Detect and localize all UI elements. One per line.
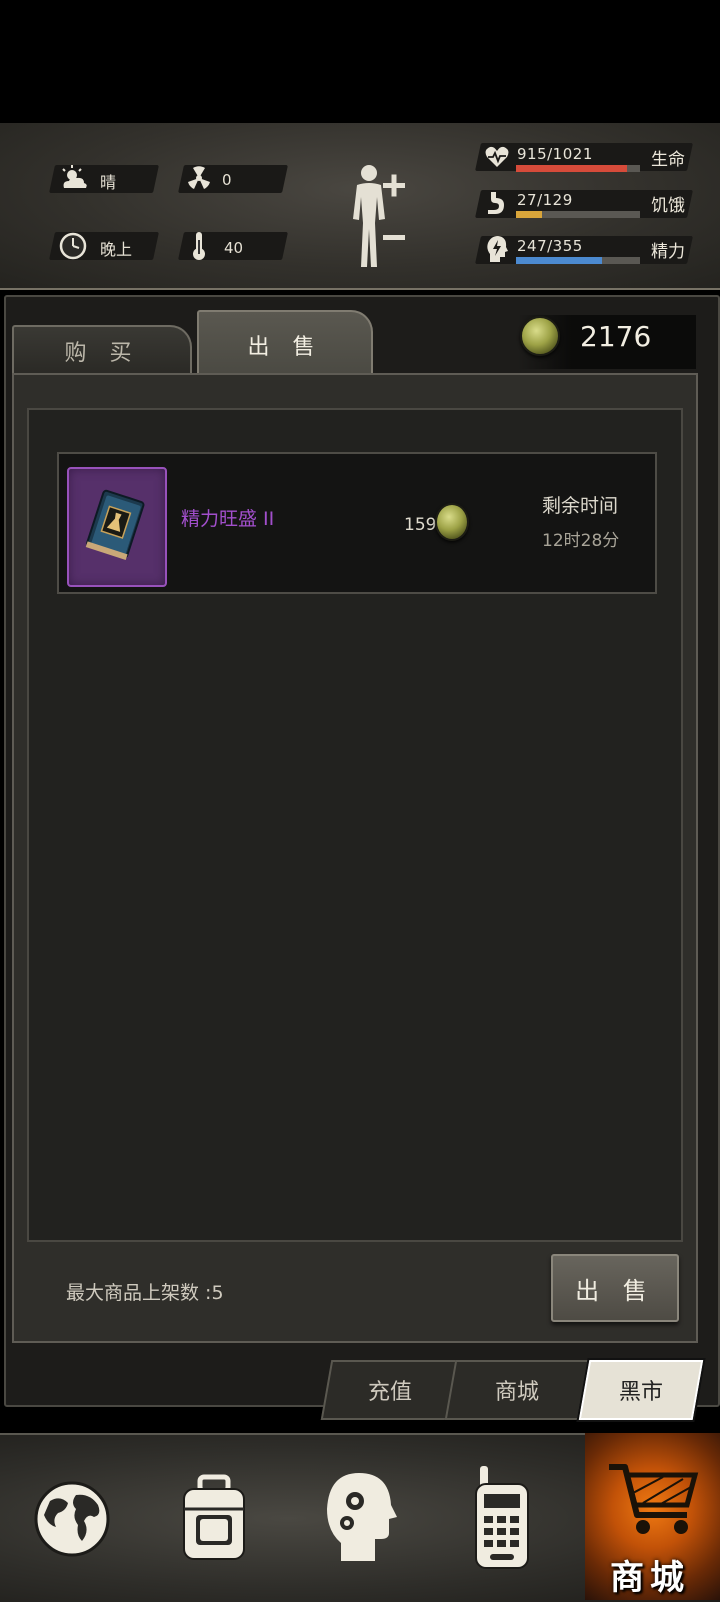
price-coin-icon <box>435 503 469 541</box>
subtab-recharge[interactable]: 充值 <box>320 1360 460 1420</box>
radiation-icon <box>188 166 210 189</box>
weather-icon <box>62 165 87 188</box>
subtab-recharge-label: 充值 <box>367 1380 412 1405</box>
radiation-value: 0 <box>222 171 232 189</box>
item-name: 精力旺盛 II <box>181 508 275 530</box>
health-bar-fill <box>516 165 628 172</box>
hunger-bar-fill <box>516 211 542 218</box>
subtab-mall-label: 商城 <box>494 1380 539 1405</box>
currency-amount: 2176 <box>580 320 652 353</box>
hunger-value: 27/129 <box>517 191 573 209</box>
remaining-time-label: 剩余时间 <box>542 495 619 517</box>
health-bar <box>516 165 640 172</box>
energy-value: 247/355 <box>517 237 583 255</box>
subtab-black-market-label: 黑市 <box>618 1380 663 1405</box>
time-of-day-label: 晚上 <box>100 240 133 259</box>
heart-icon <box>485 146 509 167</box>
health-value: 915/1021 <box>517 145 593 163</box>
hunger-label: 饥饿 <box>651 196 685 216</box>
globe-icon <box>34 1481 110 1556</box>
shopping-cart-icon <box>608 1463 698 1534</box>
tab-sell[interactable]: 出 售 <box>197 310 373 378</box>
energy-bar-fill <box>516 257 603 264</box>
max-listings-label: 最大商品上架数 :5 <box>66 1282 224 1304</box>
coin-icon <box>520 316 560 356</box>
remaining-time-value: 12时28分 <box>542 531 620 551</box>
energy-bar <box>516 257 640 264</box>
nav-radio[interactable] <box>430 1433 574 1600</box>
tab-buy[interactable]: 购 买 <box>12 325 192 375</box>
health-label: 生命 <box>651 150 685 170</box>
item-price: 159 <box>404 515 437 535</box>
stomach-icon <box>488 192 504 214</box>
body-status-icon[interactable] <box>343 163 415 273</box>
backpack-icon <box>183 1474 245 1560</box>
weather-label: 晴 <box>100 173 117 192</box>
thermometer-icon <box>193 232 205 260</box>
hunger-bar <box>516 211 640 218</box>
head-energy-icon <box>487 236 508 262</box>
subtab-black-market[interactable]: 黑市 <box>576 1358 706 1422</box>
radio-icon <box>475 1465 529 1569</box>
clock-icon <box>59 232 87 260</box>
subtab-mall[interactable]: 商城 <box>444 1360 590 1420</box>
nav-backpack[interactable] <box>142 1433 286 1600</box>
energy-label: 精力 <box>651 242 685 262</box>
book-icon <box>85 489 145 561</box>
nav-map[interactable] <box>0 1433 144 1600</box>
temperature-value: 40 <box>224 239 244 257</box>
nav-skills[interactable] <box>287 1433 431 1600</box>
sell-button[interactable]: 出 售 <box>551 1254 679 1322</box>
nav-mall-label: 商城 <box>610 1558 690 1598</box>
brain-gear-icon <box>327 1472 397 1561</box>
